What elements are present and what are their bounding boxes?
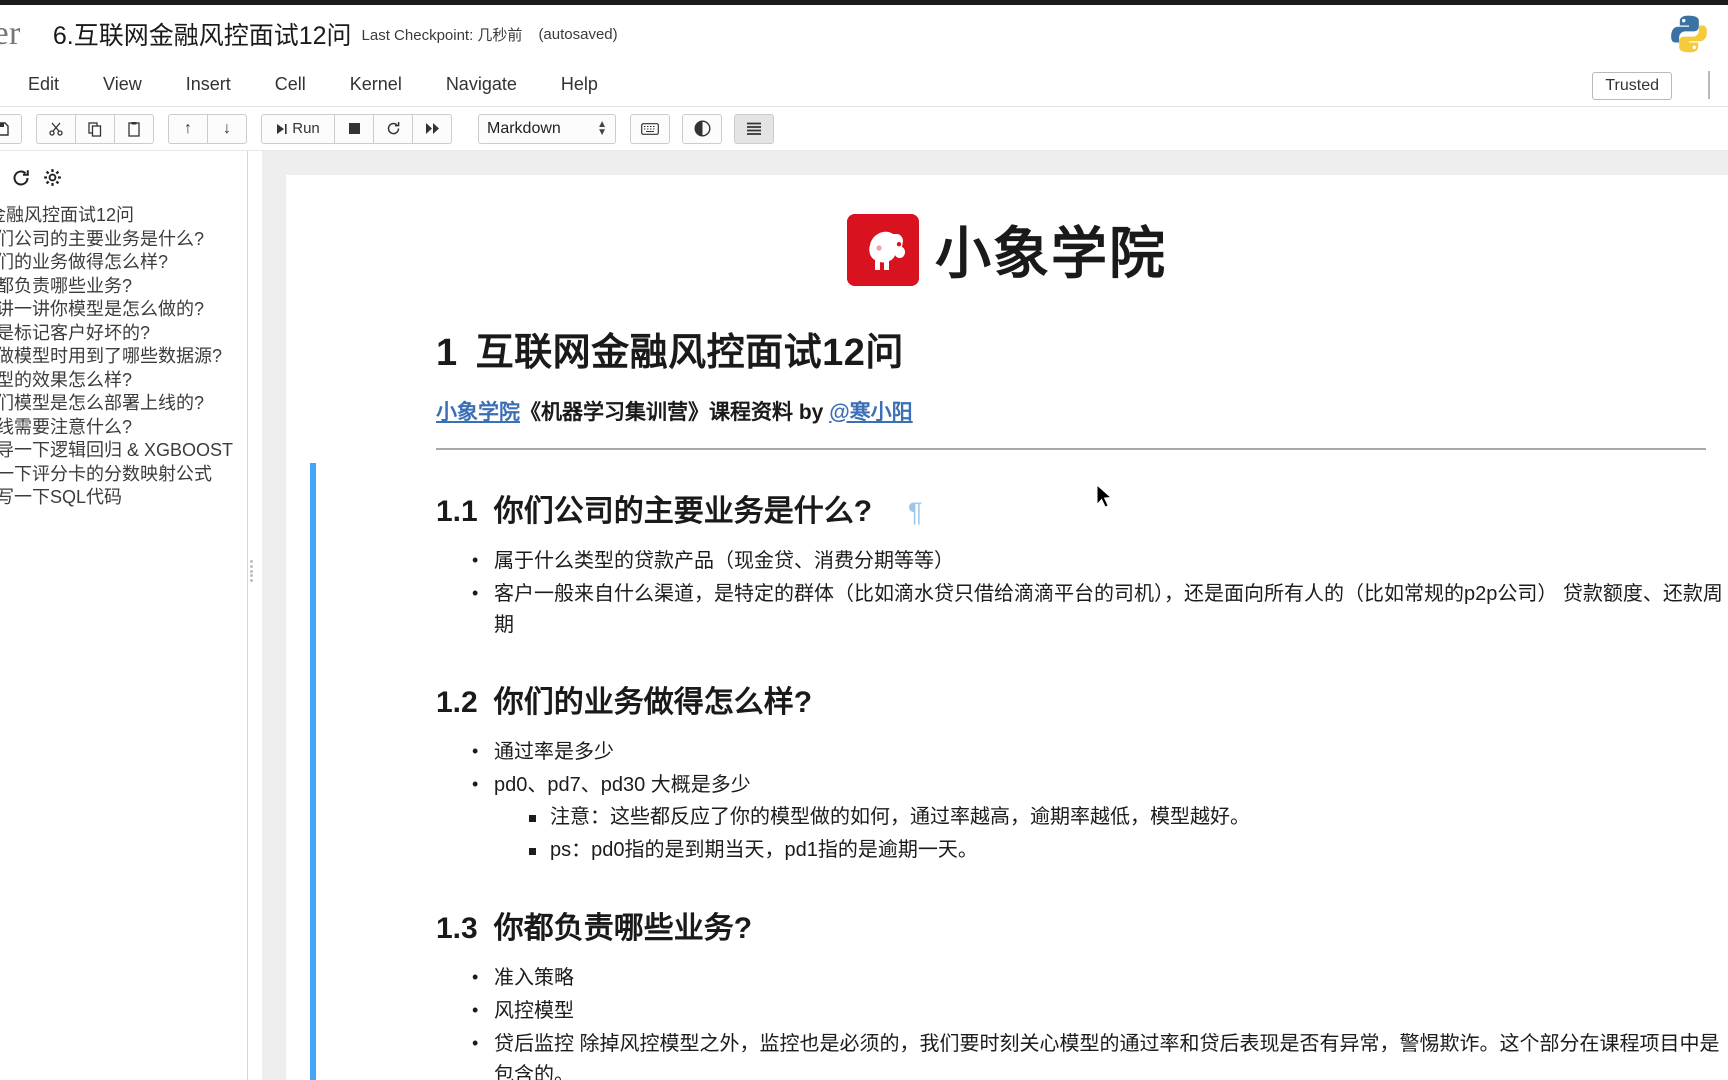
contrast-circle-icon[interactable] <box>682 113 722 144</box>
section-heading-1-3: 1.3 你都负责哪些业务? <box>436 903 1728 947</box>
arrow-up-icon[interactable]: ↑ <box>168 113 208 144</box>
list-item: 属于什么类型的贷款产品（现金贷、消费分期等等） <box>472 545 1728 577</box>
section-1-1-text: 你们公司的主要业务是什么? <box>493 494 873 528</box>
toc-item-0[interactable]: 网金融风控面试12问 <box>0 204 247 228</box>
toolbar-group-run: Run <box>261 113 452 144</box>
arrow-down-icon[interactable]: ↓ <box>207 113 247 144</box>
notebook-toolbar: ↑ ↓ Run Markdown ▲ ▼ <box>0 107 1728 151</box>
brand-link[interactable]: 小象学院 <box>436 401 520 424</box>
stop-square-icon[interactable] <box>334 113 374 144</box>
toolbar-group-file <box>0 113 22 144</box>
page-title-text: 互联网金融风控面试12问 <box>475 331 904 374</box>
notebook-title[interactable]: 6.互联网金融风控面试12问 <box>53 16 352 52</box>
python-logo-icon <box>1671 15 1707 53</box>
toc-item-6[interactable]: 你做模型时用到了哪些数据源? <box>0 345 247 369</box>
keyboard-icon[interactable] <box>630 113 670 144</box>
brand-name: 小象学院 <box>935 222 1167 287</box>
toc-item-12[interactable]: 手写一下SQL代码 <box>0 486 247 510</box>
menu-item-cell[interactable]: Cell <box>253 70 328 99</box>
sidebar-resize-handle[interactable] <box>250 560 257 582</box>
menu-item-navigate[interactable]: Navigate <box>424 70 539 99</box>
section-1-2-text: 你们的业务做得怎么样? <box>493 685 813 719</box>
trusted-badge[interactable]: Trusted <box>1592 72 1672 100</box>
toolbar-group-move: ↑ ↓ <box>168 113 247 144</box>
toc-list: 网金融风控面试12问 你们公司的主要业务是什么? 你们的业务做得怎么样? 你都负… <box>0 204 247 510</box>
menu-item-edit[interactable]: Edit <box>6 70 81 99</box>
selected-cell-indicator <box>310 463 316 1080</box>
horizontal-rule <box>436 447 1706 450</box>
cell-type-value: Markdown <box>487 119 561 137</box>
toc-item-2[interactable]: 你们的业务做得怎么样? <box>0 251 247 275</box>
restart-icon[interactable] <box>373 113 413 144</box>
toc-item-11[interactable]: 讲一下评分卡的分数映射公式 <box>0 463 247 487</box>
toc-item-10[interactable]: 推导一下逻辑回归 & XGBOOST <box>0 439 247 463</box>
bullet-list-1-2: 通过率是多少 pd0、pd7、pd30 大概是多少 注意：这些都反应了你的模型做… <box>436 736 1728 867</box>
cell-type-select[interactable]: Markdown ▲ ▼ <box>478 113 616 144</box>
section-1-1-number: 1.1 <box>436 494 478 528</box>
author-link[interactable]: @寒小阳 <box>829 401 912 424</box>
section-1-2-number: 1.2 <box>436 685 478 719</box>
list-item: 注意：这些都反应了你的模型做的如何，通过率越高，逾期率越低，模型越好。 <box>528 801 1728 834</box>
markdown-cell-body[interactable]: 1 互联网金融风控面试12问 小象学院《机器学习集训营》课程资料 by @寒小阳 … <box>286 321 1728 1080</box>
chevron-updown-icon: ▲ ▼ <box>597 118 607 138</box>
bullet-list-1-1: 属于什么类型的贷款产品（现金贷、消费分期等等） 客户一般来自什么渠道，是特定的群… <box>436 545 1728 641</box>
bullet-list-1-3: 准入策略 风控模型 贷后监控 除掉风控模型之外，监控也是必须的，我们要时刻关心模… <box>436 962 1728 1080</box>
toc-item-1-label: 你们公司的主要业务是什么? <box>0 228 205 249</box>
toc-header: nts <box>0 151 247 196</box>
page-title: 1 互联网金融风控面试12问 <box>436 321 1728 376</box>
toc-item-1[interactable]: 你们公司的主要业务是什么? <box>0 228 247 252</box>
list-item: 客户一般来自什么渠道，是特定的群体（比如滴水贷只借给滴滴平台的司机），还是面向所… <box>472 578 1728 641</box>
sub-bullet-list-1-2: 注意：这些都反应了你的模型做的如何，通过率越高，逾期率越低，模型越好。 ps：p… <box>494 801 1728 867</box>
toc-item-5[interactable]: 你是标记客户好坏的? <box>0 322 247 346</box>
list-item: pd0、pd7、pd30 大概是多少 注意：这些都反应了你的模型做的如何，通过率… <box>472 769 1728 867</box>
section-1-3-number: 1.3 <box>436 911 478 945</box>
toolbar-group-clipboard <box>36 113 154 144</box>
menu-bar: Edit View Insert Cell Kernel Navigate He… <box>0 63 1728 107</box>
run-label: Run <box>292 120 320 137</box>
list-item-label: pd0、pd7、pd30 大概是多少 <box>494 773 751 796</box>
list-item: 通过率是多少 <box>472 736 1728 768</box>
menu-item-insert[interactable]: Insert <box>164 70 253 99</box>
menu-item-view[interactable]: View <box>81 70 164 99</box>
list-item: 准入策略 <box>472 962 1728 994</box>
page-title-number: 1 <box>436 331 458 374</box>
toc-item-7[interactable]: 模型的效果怎么样? <box>0 369 247 393</box>
section-heading-1-1: 1.1 你们公司的主要业务是什么? ¶ <box>436 486 1728 530</box>
paste-icon[interactable] <box>114 113 154 144</box>
toc-item-8[interactable]: 你们模型是怎么部署上线的? <box>0 392 247 416</box>
list-item: 贷后监控 除掉风控模型之外，监控也是必须的，我们要时刻关心模型的通过率和贷后表现… <box>472 1028 1728 1080</box>
notebook-scroll-area[interactable]: 小象学院 1 互联网金融风控面试12问 小象学院《机器学习集训营》课程资料 by … <box>262 151 1728 1080</box>
toc-item-3[interactable]: 你都负责哪些业务? <box>0 275 247 299</box>
elephant-logo-icon <box>847 213 919 286</box>
last-checkpoint-label: Last Checkpoint: 几秒前 <box>361 26 523 44</box>
menu-item-kernel[interactable]: Kernel <box>328 70 424 99</box>
toc-item-9[interactable]: 上线需要注意什么? <box>0 416 247 440</box>
autosaved-label: (autosaved) <box>538 25 618 43</box>
refresh-icon[interactable] <box>11 168 31 194</box>
copy-icon[interactable] <box>75 113 115 144</box>
list-item: 风控模型 <box>472 995 1728 1027</box>
jupyter-logo[interactable]: yter <box>0 15 31 53</box>
gear-icon[interactable] <box>43 168 62 193</box>
scissors-icon[interactable] <box>36 113 76 144</box>
run-button[interactable]: Run <box>261 113 335 144</box>
kernel-indicator-divider <box>1708 71 1710 99</box>
notebook-page: 小象学院 1 互联网金融风控面试12问 小象学院《机器学习集训营》课程资料 by … <box>286 175 1728 1080</box>
section-1-3-text: 你都负责哪些业务? <box>493 911 753 945</box>
toc-list-icon[interactable] <box>734 113 774 144</box>
anchor-link-icon[interactable]: ¶ <box>908 497 923 527</box>
toc-item-4[interactable]: 你讲一讲你模型是怎么做的? <box>0 298 247 322</box>
subtitle-mid: 《机器学习集训营》课程资料 by <box>520 400 830 424</box>
fast-forward-icon[interactable] <box>412 113 452 144</box>
section-heading-1-2: 1.2 你们的业务做得怎么样? <box>436 677 1728 721</box>
course-subtitle: 小象学院《机器学习集训营》课程资料 by @寒小阳 <box>436 396 1728 426</box>
brand-logo-cell: 小象学院 <box>286 175 1728 291</box>
notebook-header: yter 6.互联网金融风控面试12问 Last Checkpoint: 几秒前… <box>0 5 1728 63</box>
brand: 小象学院 <box>847 209 1167 290</box>
menu-item-help[interactable]: Help <box>539 70 620 99</box>
toolbar-group-extras <box>630 113 774 144</box>
save-icon[interactable] <box>0 113 22 144</box>
list-item: ps：pd0指的是到期当天，pd1指的是逾期一天。 <box>528 834 1728 867</box>
table-of-contents-sidebar[interactable]: nts 网金融风控面试12问 你们公司的主要业务是什么? 你们的业务做得怎么样?… <box>0 151 248 1080</box>
